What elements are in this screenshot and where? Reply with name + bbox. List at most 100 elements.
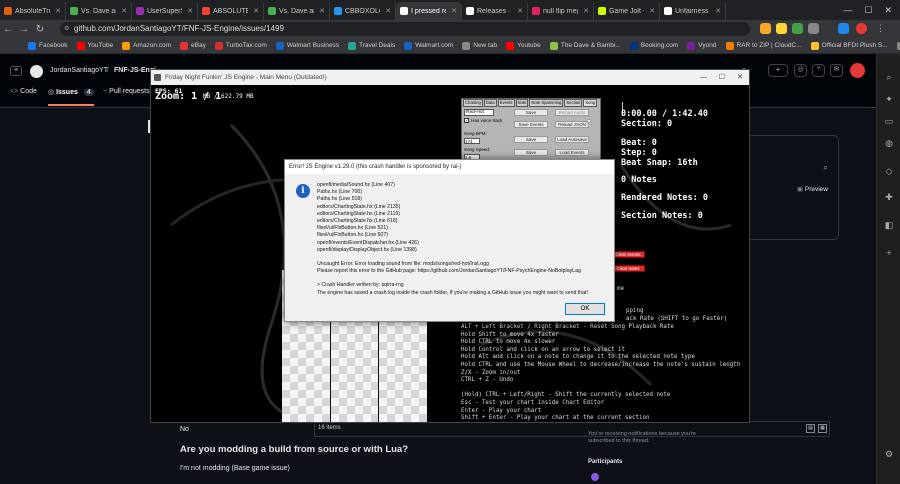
close-tab-icon[interactable]: ✕ — [187, 7, 193, 15]
close-tab-icon[interactable]: ✕ — [253, 7, 259, 15]
menu-icon[interactable]: ⋮ — [876, 23, 887, 34]
tab-code[interactable]: <> Code — [10, 88, 37, 95]
bookmark-item[interactable]: YouTube — [76, 41, 113, 50]
close-tab-icon[interactable]: ✕ — [715, 7, 721, 15]
repo-owner-link[interactable]: JordanSantiagoYT — [50, 67, 108, 74]
browser-tab[interactable]: Vs. Dave and B... ✕ — [264, 2, 330, 20]
song-bpm-stepper[interactable]: 174 — [464, 138, 480, 144]
extension-icon[interactable] — [792, 23, 803, 34]
pulls-icon[interactable]: ⑂ — [812, 64, 825, 77]
list-view-icon[interactable]: ▤ — [806, 424, 815, 433]
bookmark-item[interactable]: Walmart.com — [404, 41, 453, 50]
site-info-icon[interactable]: ⚙ — [64, 22, 69, 36]
bookmark-item[interactable]: Travel Deals — [347, 41, 395, 50]
browser-tab[interactable]: AbsoluteTrueli... ✕ — [0, 2, 66, 20]
bookmark-label: RAR to ZIP | CloudC... — [736, 42, 802, 49]
minimize-icon[interactable]: — — [843, 5, 852, 15]
reload-icon[interactable]: ↻ — [32, 24, 48, 35]
tools-icon[interactable]: ✚ — [883, 192, 895, 204]
extension-icon[interactable] — [760, 23, 771, 34]
browser-tab[interactable]: UserSuperSon... ✕ — [132, 2, 198, 20]
bookmark-item[interactable]: Youtube — [506, 41, 541, 50]
ok-button[interactable]: OK — [565, 303, 605, 315]
shopping-tag-icon[interactable]: ◇ — [883, 166, 895, 178]
browser-tab[interactable]: CBBOXOLOG... ✕ — [330, 2, 396, 20]
issues-icon[interactable]: ◎ — [794, 64, 807, 77]
close-tab-icon[interactable]: ✕ — [55, 7, 61, 15]
save-button[interactable]: Save — [514, 109, 548, 116]
url-field[interactable]: ⚙ github.com/JordanSantiagoYT/FNF-JS-Eng… — [60, 22, 750, 36]
close-tab-icon[interactable]: ✕ — [121, 7, 127, 15]
close-tab-icon[interactable]: ✕ — [649, 7, 655, 15]
github-logo-icon[interactable] — [30, 65, 43, 78]
bookmark-item[interactable]: New tab — [462, 41, 497, 50]
search-icon[interactable]: ⌕ — [883, 72, 895, 84]
avatar[interactable] — [591, 473, 599, 481]
save-button[interactable]: Save — [514, 136, 548, 143]
voice-track-checkbox[interactable]: ✓ Has voice track — [464, 118, 502, 123]
extension-icon[interactable] — [776, 23, 787, 34]
bookmark-item[interactable]: eBay — [180, 41, 206, 50]
copilot-icon[interactable]: ✦ — [883, 94, 895, 106]
add-icon[interactable]: + — [883, 248, 895, 260]
browser-tab[interactable]: Releases · Jord... ✕ — [462, 2, 528, 20]
forward-icon[interactable]: → — [16, 24, 32, 35]
bookmark-item[interactable]: Vyond — [687, 41, 717, 50]
bookmark-item[interactable]: Facebook — [28, 41, 68, 50]
avatar[interactable] — [856, 23, 867, 34]
preview-tab[interactable]: ▣ Preview — [797, 185, 828, 193]
bookmark-item[interactable]: Booking.com — [629, 41, 678, 50]
bookmark-item[interactable]: Walmart Business — [275, 41, 339, 50]
editor-tab[interactable]: Song — [583, 99, 598, 107]
add-icon[interactable]: + — [768, 64, 788, 77]
grid-view-icon[interactable]: ▦ — [818, 424, 827, 433]
bookmark-item[interactable]: The Dave & Bambi... — [549, 41, 621, 50]
minimize-icon[interactable]: — — [700, 70, 707, 85]
sidebar-settings-icon[interactable]: ⚙ — [883, 449, 895, 461]
inbox-icon[interactable]: ✉ — [830, 64, 843, 77]
bookmark-item[interactable]: Amazon.com — [122, 41, 171, 50]
browser-tab[interactable]: I pressed relo... ✕ — [396, 2, 462, 20]
maximize-icon[interactable]: ☐ — [719, 70, 725, 85]
editor-tab[interactable]: Charting — [463, 99, 483, 107]
bookmark-item[interactable]: TurboTax.com — [214, 41, 267, 50]
close-tab-icon[interactable]: ✕ — [517, 7, 523, 15]
editor-tab[interactable]: Section — [564, 99, 583, 107]
tab-issues[interactable]: ◎ Issues 4 — [48, 88, 94, 96]
extension-icon[interactable] — [808, 23, 819, 34]
editor-tab[interactable]: Data — [483, 99, 497, 107]
save-button[interactable]: Save — [514, 149, 548, 156]
close-icon[interactable]: ✕ — [884, 5, 892, 16]
close-tab-icon[interactable]: ✕ — [385, 7, 391, 15]
avatar[interactable] — [850, 63, 865, 78]
hamburger-icon[interactable]: ≡ — [10, 66, 22, 76]
briefcase-icon[interactable]: ▭ — [883, 116, 895, 128]
reload-audio-button[interactable]: Reload Audio — [555, 109, 589, 116]
close-tab-icon[interactable]: ✕ — [451, 7, 457, 15]
bookmark-item[interactable]: RAR to ZIP | CloudC... — [725, 41, 802, 50]
extension-icon[interactable] — [838, 23, 849, 34]
bookmark-item[interactable]: Official BFDI Plush S... — [810, 41, 888, 50]
maximize-icon[interactable]: ☐ — [864, 5, 872, 16]
editor-tab[interactable]: Note Spamming — [529, 99, 564, 107]
close-icon[interactable]: ✕ — [737, 70, 743, 85]
editor-tab[interactable]: Note — [515, 99, 529, 107]
load-autosave-button[interactable]: Load Autosave — [555, 136, 589, 143]
bookmark-item[interactable]: All Bookmarks — [896, 41, 900, 50]
browser-tab[interactable]: Vs. Dave and B... ✕ — [66, 2, 132, 20]
browser-tab[interactable]: null flip megan... ✕ — [528, 2, 594, 20]
search-icon[interactable]: ⌕ — [824, 163, 828, 173]
browser-tab[interactable]: ABSOLUTE Y... ✕ — [198, 2, 264, 20]
load-events-button[interactable]: Load Events — [555, 149, 589, 156]
close-tab-icon[interactable]: ✕ — [583, 7, 589, 15]
games-icon[interactable]: ◍ — [883, 138, 895, 150]
song-name-input[interactable]: Red-Hot — [464, 109, 494, 116]
browser-tab[interactable]: Unfairness - Gi... ✕ — [660, 2, 726, 20]
save-events-button[interactable]: Save Events — [514, 121, 548, 128]
browser-tab[interactable]: Game Jolt - Sh... ✕ — [594, 2, 660, 20]
editor-tab[interactable]: Events — [497, 99, 515, 107]
outlook-icon[interactable]: ◧ — [883, 220, 895, 232]
close-tab-icon[interactable]: ✕ — [319, 7, 325, 15]
tab-pull-requests[interactable]: ⑂ Pull requests — [103, 88, 150, 95]
back-icon[interactable]: ← — [0, 24, 16, 35]
